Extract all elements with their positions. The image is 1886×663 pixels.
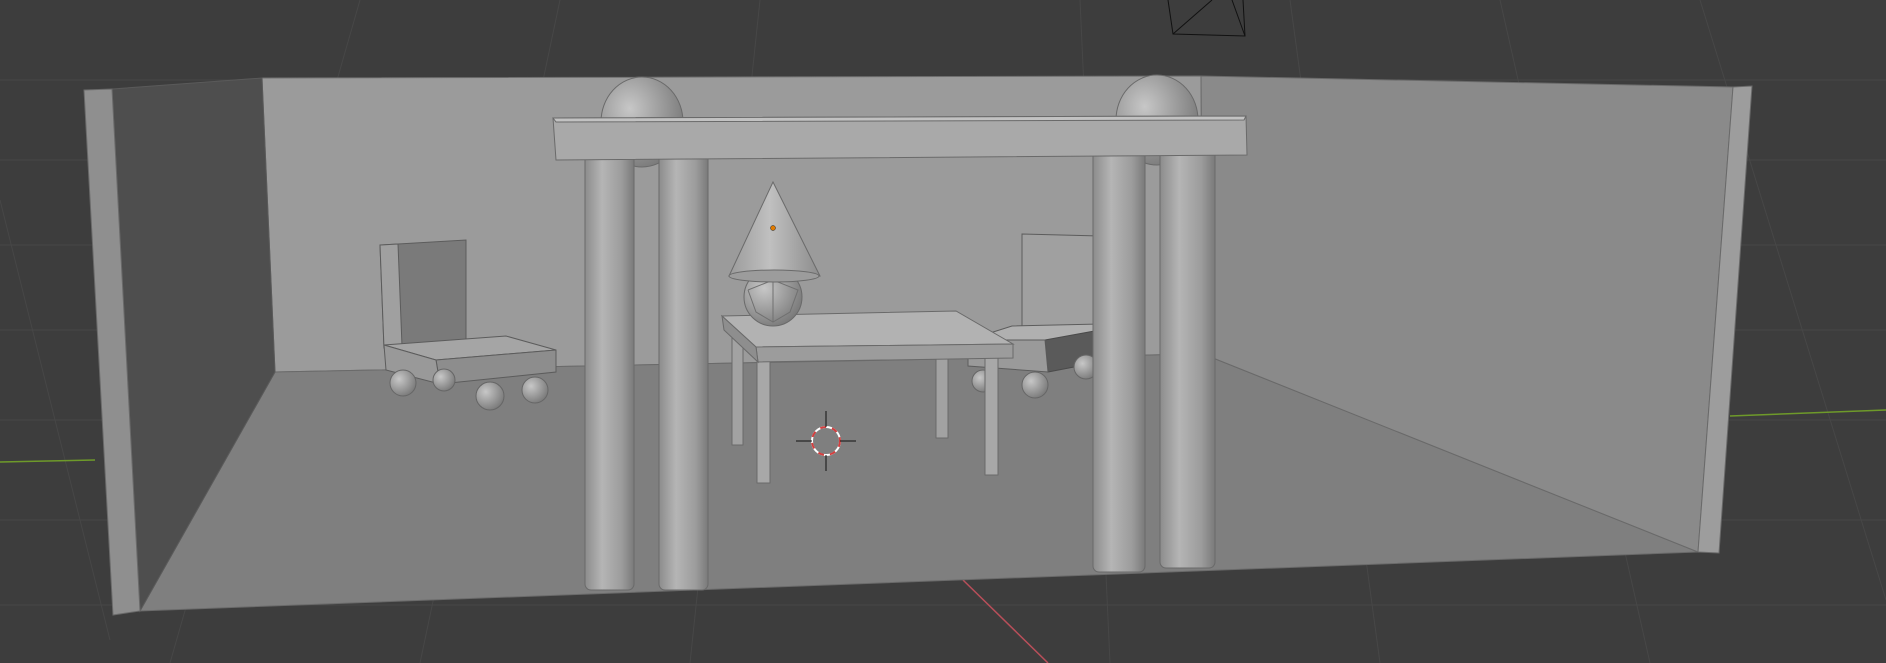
gate-column [584, 149, 635, 591]
camera-icon[interactable] [1167, 0, 1246, 37]
gate-column [1092, 147, 1146, 573]
object-origin-icon[interactable] [770, 225, 776, 231]
y-axis-line [0, 459, 96, 463]
3d-viewport[interactable] [0, 0, 1886, 663]
gate-crossbeam[interactable] [552, 115, 1248, 161]
x-axis-line [962, 579, 1049, 663]
gate-column [1159, 147, 1216, 569]
gate-column [658, 149, 709, 591]
y-axis-line-right [1729, 409, 1886, 417]
